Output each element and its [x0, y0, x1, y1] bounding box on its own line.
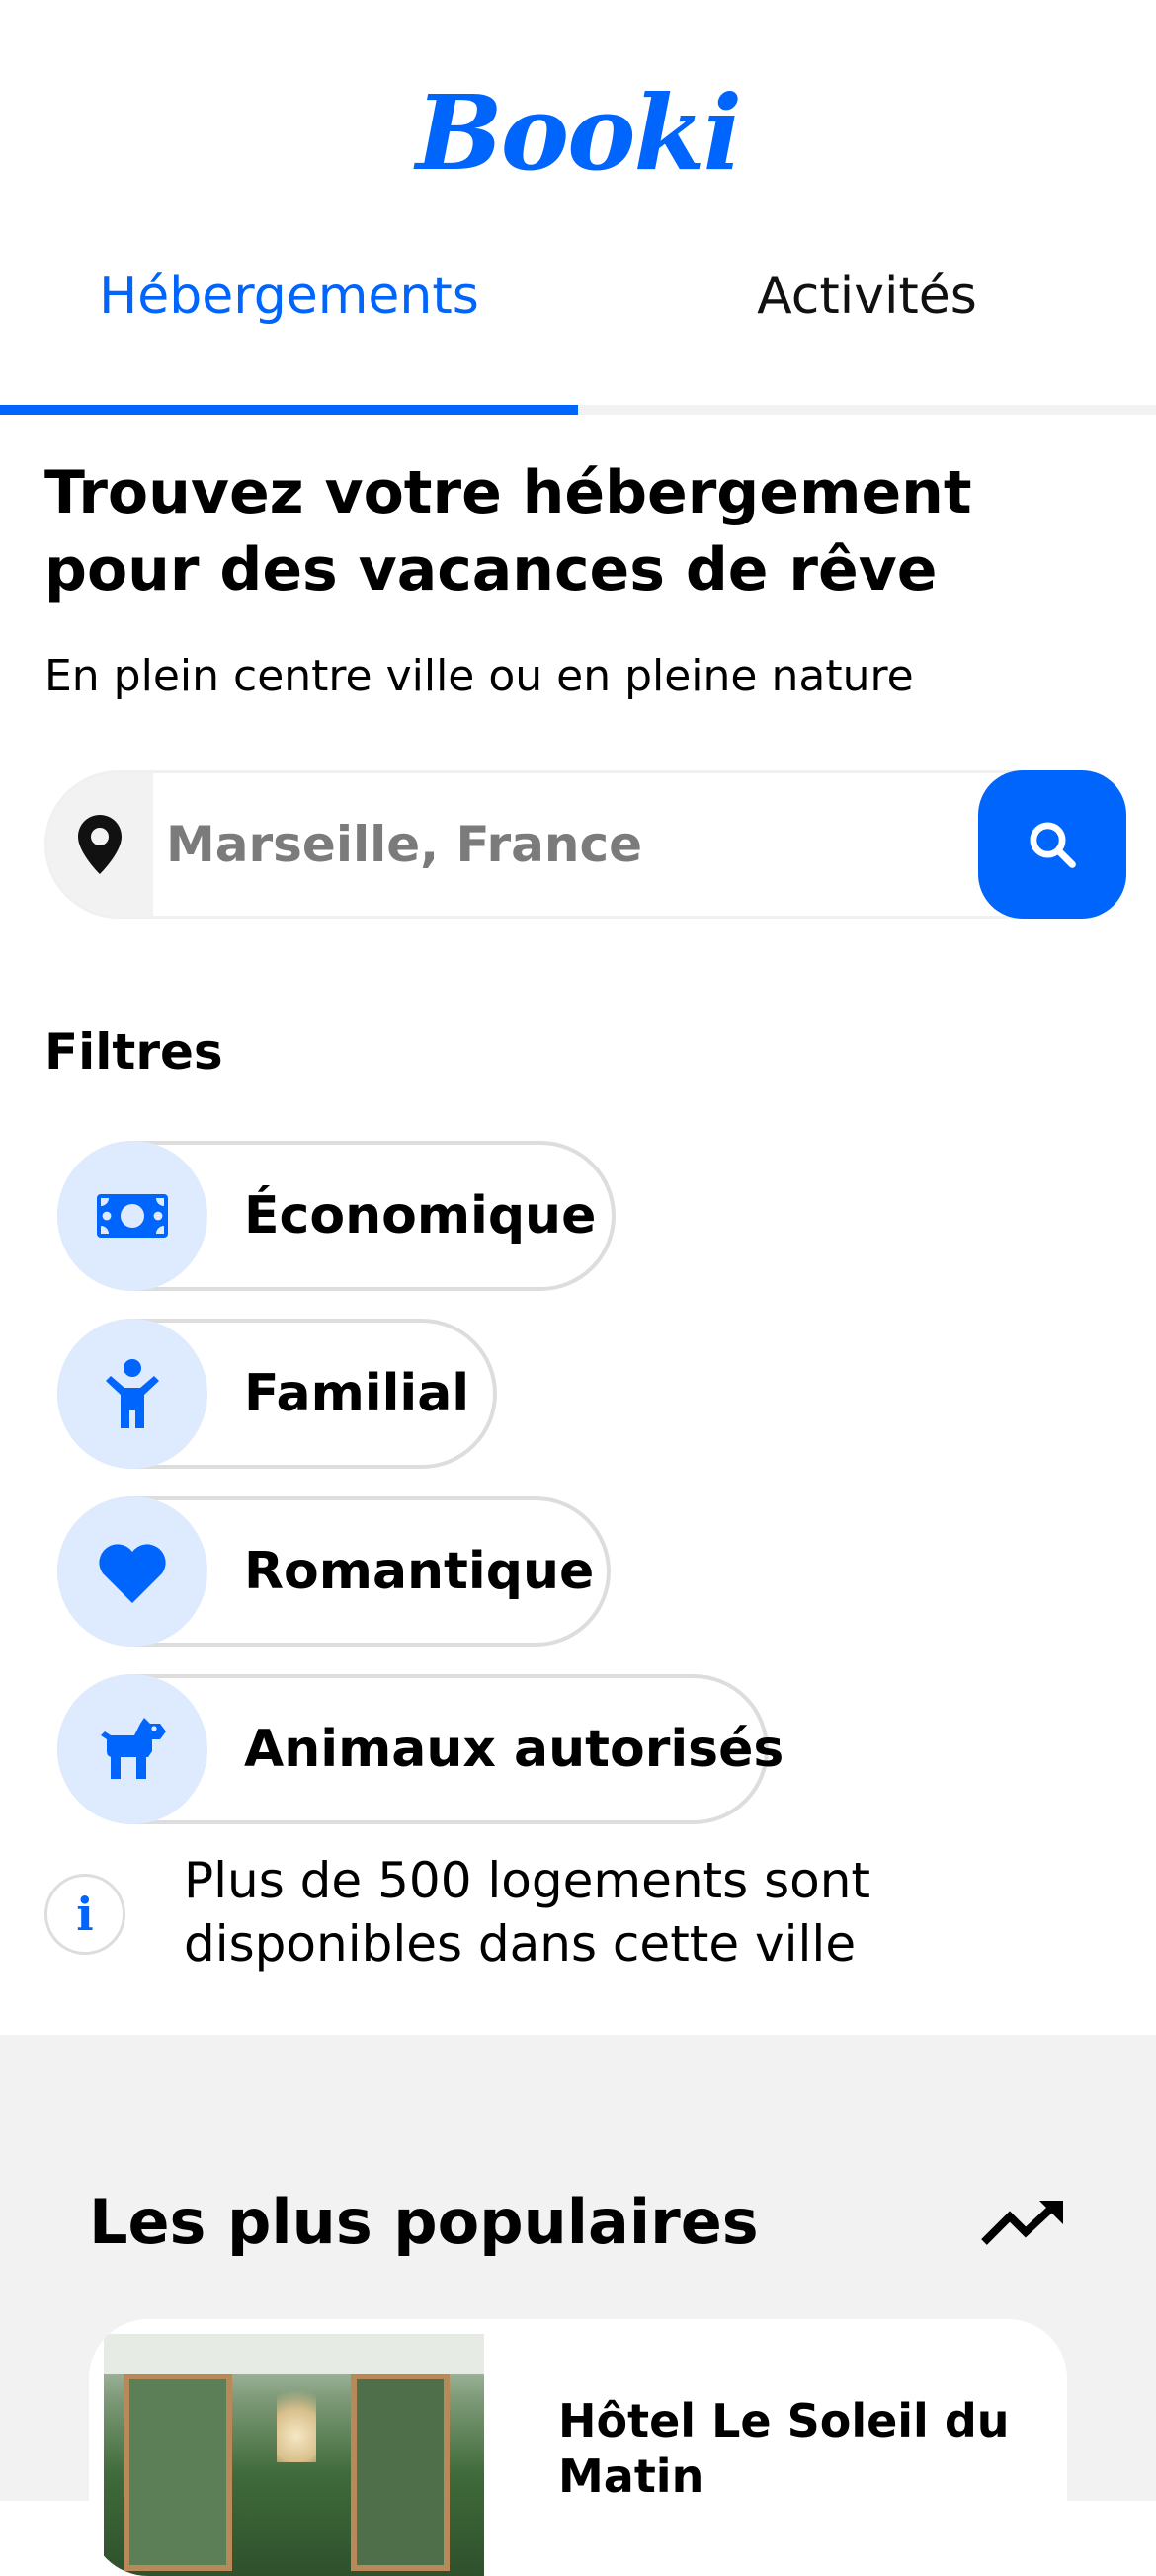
dog-icon — [57, 1674, 207, 1824]
trending-up-icon — [981, 2201, 1063, 2245]
filter-chip-economique[interactable]: Économique — [57, 1141, 616, 1291]
filter-label: Familial — [244, 1364, 470, 1423]
hotel-name: Hôtel Le Soleil du Matin — [558, 2394, 1010, 2503]
filter-chip-romantique[interactable]: Romantique — [57, 1496, 611, 1647]
filter-chip-familial[interactable]: Familial — [57, 1319, 497, 1469]
info-icon: i — [44, 1874, 125, 1955]
popular-card[interactable]: Hôtel Le Soleil du Matin — [89, 2319, 1067, 2576]
location-pin-icon — [47, 773, 153, 916]
tab-activites[interactable]: Activités — [578, 237, 1156, 415]
child-icon — [57, 1319, 207, 1469]
page-title: Trouvez votre hébergement pour des vacan… — [44, 458, 972, 604]
popular-section: Les plus populaires Hôtel Le Soleil du M… — [0, 2035, 1156, 2576]
search-input[interactable] — [158, 773, 1008, 916]
filters-heading: Filtres — [44, 1023, 223, 1081]
tab-bar: Hébergements Activités — [0, 237, 1156, 415]
filter-label: Économique — [244, 1186, 597, 1246]
money-icon — [57, 1141, 207, 1291]
filter-chip-animaux[interactable]: Animaux autorisés — [57, 1674, 784, 1824]
page-subtitle: En plein centre ville ou en pleine natur… — [44, 651, 914, 701]
hotel-photo — [104, 2334, 484, 2576]
filter-label: Animaux autorisés — [244, 1720, 784, 1779]
search-button[interactable] — [978, 770, 1126, 919]
heart-icon — [57, 1496, 207, 1647]
tab-hebergements[interactable]: Hébergements — [0, 237, 578, 415]
search-bar — [44, 770, 1126, 919]
search-icon — [1030, 822, 1076, 868]
app-logo[interactable]: Booki — [0, 69, 1156, 198]
filter-label: Romantique — [244, 1542, 595, 1601]
info-text: Plus de 500 logements sont disponibles d… — [184, 1852, 871, 1972]
tab-active-indicator — [0, 405, 578, 415]
popular-heading: Les plus populaires — [89, 2186, 759, 2258]
